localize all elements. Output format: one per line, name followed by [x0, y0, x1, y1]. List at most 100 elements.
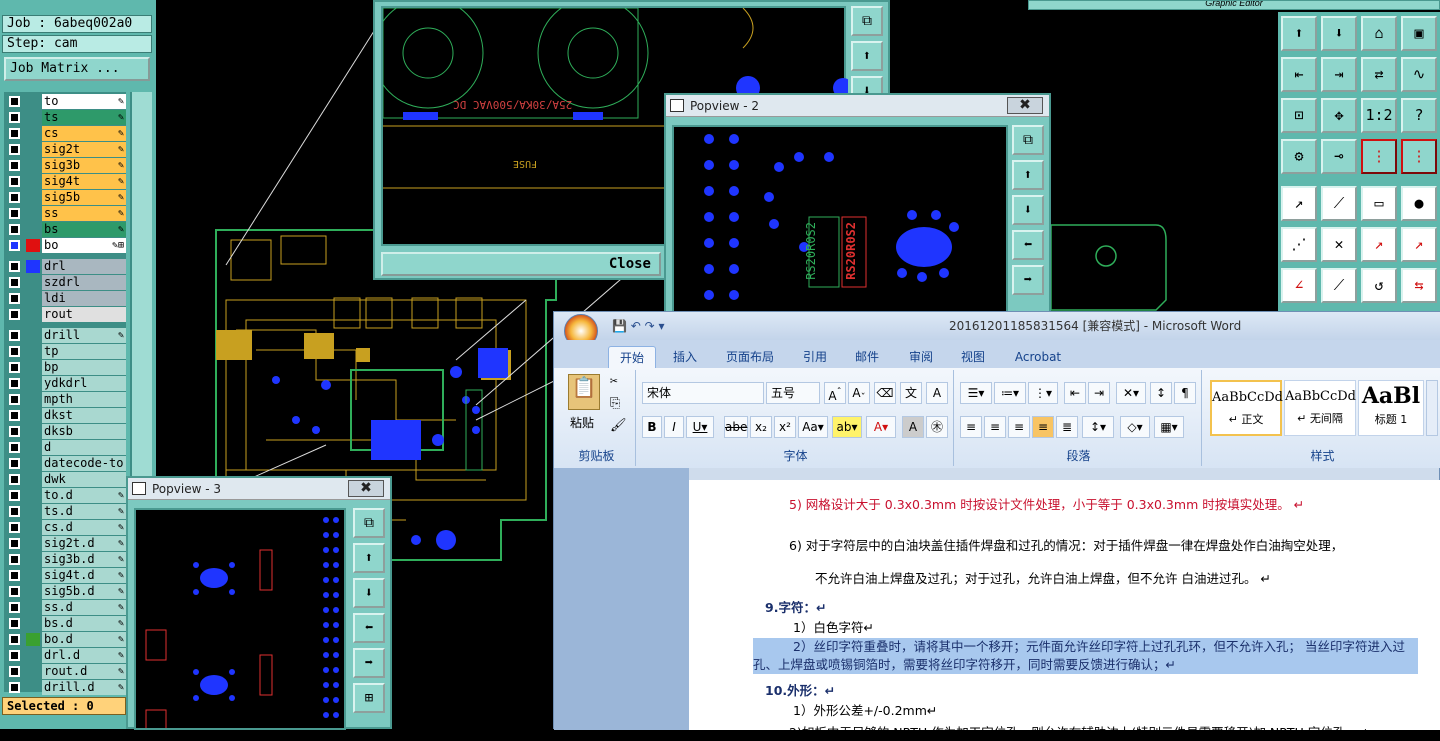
swap-icon[interactable]: ⇄ — [1361, 57, 1397, 92]
layer-checkbox[interactable] — [9, 346, 20, 357]
job-matrix-button[interactable]: Job Matrix ... — [4, 57, 150, 81]
layer-name[interactable]: ts ✎ — [42, 110, 126, 125]
layer-name[interactable]: ss.d ✎ — [42, 600, 126, 615]
layer-name[interactable]: drl.d ✎ — [42, 648, 126, 663]
char-border-icon[interactable]: A — [926, 382, 948, 404]
layer-row[interactable]: dwk — [6, 472, 126, 487]
net-icon[interactable]: ⋰ — [1281, 227, 1317, 262]
quick-access-icons[interactable]: 💾 ↶ ↷ ▾ — [612, 312, 665, 340]
down-icon[interactable]: ⬇ — [1012, 195, 1044, 225]
layer-name[interactable]: dwk — [42, 472, 126, 487]
fit-icon[interactable]: ⊡ — [1281, 98, 1317, 133]
layer-checkbox[interactable] — [9, 666, 20, 677]
show-marks-icon[interactable]: ¶ — [1174, 382, 1196, 404]
layer-checkbox[interactable] — [9, 442, 20, 453]
layer-checkbox[interactable] — [9, 293, 20, 304]
left-icon[interactable]: ⇤ — [1281, 57, 1317, 92]
enclose-char-icon[interactable]: ㊍ — [926, 416, 948, 438]
layer-name[interactable]: sig5b.d ✎ — [42, 584, 126, 599]
down-icon[interactable]: ⬇ — [353, 578, 385, 608]
layer-checkbox[interactable] — [9, 208, 20, 219]
layer-row[interactable]: to ✎ — [6, 94, 126, 109]
layer-checkbox[interactable] — [9, 506, 20, 517]
tools-icon[interactable]: ⚙ — [1281, 139, 1317, 174]
multilevel-list-icon[interactable]: ⋮▾ — [1028, 382, 1058, 404]
ratio-icon[interactable]: 1:2 — [1361, 98, 1397, 133]
layer-row[interactable]: cs.d ✎ — [6, 520, 126, 535]
dot-icon[interactable]: ● — [1401, 186, 1437, 221]
layer-name[interactable]: d — [42, 440, 126, 455]
layer-checkbox[interactable] — [9, 160, 20, 171]
layer-checkbox[interactable] — [9, 96, 20, 107]
popview-2-canvas[interactable]: RS20R0S2 RS20R0S2 — [672, 125, 1008, 325]
popview-2-titlebar[interactable]: Popview - 2 ✖ — [666, 95, 1049, 117]
layer-name[interactable]: bo.d ✎ — [42, 632, 126, 647]
line-icon[interactable]: ⟋ — [1321, 186, 1357, 221]
sort-icon[interactable]: ↕ — [1150, 382, 1172, 404]
strikethrough-icon[interactable]: abe — [724, 416, 748, 438]
layer-name[interactable]: drl — [42, 259, 126, 274]
tab-references[interactable]: 引用 — [794, 346, 836, 368]
flip-icon[interactable]: ⇆ — [1401, 268, 1437, 303]
layer-name[interactable]: ldi — [42, 291, 126, 306]
left-icon[interactable]: ⬅ — [353, 613, 385, 643]
layer-row[interactable]: sig2t ✎ — [6, 142, 126, 157]
layer-name[interactable]: bp — [42, 360, 126, 375]
layer-checkbox[interactable] — [9, 618, 20, 629]
layer-checkbox[interactable] — [9, 538, 20, 549]
paste-icon[interactable]: 📋 — [568, 374, 600, 410]
layer-checkbox[interactable] — [9, 602, 20, 613]
format-painter-icon[interactable]: 🖌 — [610, 418, 627, 433]
layer-checkbox[interactable] — [9, 144, 20, 155]
layer-row[interactable]: drill ✎ — [6, 328, 126, 343]
layer-row[interactable]: sig5b.d ✎ — [6, 584, 126, 599]
layer-name[interactable]: ss ✎ — [42, 206, 126, 221]
tab-insert[interactable]: 插入 — [664, 346, 706, 368]
fit-icon[interactable]: ⊞ — [353, 683, 385, 713]
word-titlebar[interactable]: 💾 ↶ ↷ ▾ 20161201185831564 [兼容模式] - Micro… — [554, 312, 1440, 348]
up-icon[interactable]: ⬆ — [1281, 16, 1317, 51]
char-shading-icon[interactable]: A — [902, 416, 924, 438]
tab-acrobat[interactable]: Acrobat — [1008, 346, 1068, 368]
layer-checkbox[interactable] — [9, 378, 20, 389]
layer-row[interactable]: dksb — [6, 424, 126, 439]
paste-label[interactable]: 粘贴 — [570, 414, 594, 431]
layer-name[interactable]: datecode-to — [42, 456, 126, 471]
phonetic-icon[interactable]: 文 — [900, 382, 922, 404]
layer-row[interactable]: sig2t.d ✎ — [6, 536, 126, 551]
layer-checkbox[interactable] — [9, 224, 20, 235]
layer-row[interactable]: ts ✎ — [6, 110, 126, 125]
layer-checkbox[interactable] — [9, 240, 20, 251]
layer-checkbox[interactable] — [9, 586, 20, 597]
popview-3-canvas[interactable] — [134, 508, 346, 730]
popview-2-close-button[interactable]: ✖ — [1007, 97, 1043, 114]
layer-row[interactable]: rout — [6, 307, 126, 322]
layer-checkbox[interactable] — [9, 554, 20, 565]
styles-scroll[interactable] — [1426, 380, 1438, 436]
layer-checkbox[interactable] — [9, 570, 20, 581]
layer-checkbox[interactable] — [9, 261, 20, 272]
center-icon[interactable]: ✥ — [1321, 98, 1357, 133]
line-spacing-icon[interactable]: ↕▾ — [1082, 416, 1114, 438]
layer-name[interactable]: sig4t.d ✎ — [42, 568, 126, 583]
layer-name[interactable]: szdrl — [42, 275, 126, 290]
popview-3-close-button[interactable]: ✖ — [348, 480, 384, 497]
layer-row[interactable]: bs ✎ — [6, 222, 126, 237]
layer-row[interactable]: bp — [6, 360, 126, 375]
layer-row[interactable]: ldi — [6, 291, 126, 306]
italic-icon[interactable]: I — [664, 416, 684, 438]
grow-font-icon[interactable]: Aˆ — [824, 382, 846, 404]
clear-format-icon[interactable]: ⌫ — [874, 382, 896, 404]
layer-row[interactable]: drill.d ✎ — [6, 680, 126, 695]
decrease-indent-icon[interactable]: ⇤ — [1064, 382, 1086, 404]
justify-icon[interactable]: ≡ — [1032, 416, 1054, 438]
cut-icon[interactable]: ✂ — [610, 374, 618, 389]
layer-row[interactable]: dkst — [6, 408, 126, 423]
layer-checkbox[interactable] — [9, 112, 20, 123]
bullets-icon[interactable]: ☰▾ — [960, 382, 992, 404]
wave-icon[interactable]: ∿ — [1401, 57, 1437, 92]
layer-row[interactable]: sig4t.d ✎ — [6, 568, 126, 583]
right-icon[interactable]: ➡ — [353, 648, 385, 678]
layer-row[interactable]: ydkdrl — [6, 376, 126, 391]
align-right-icon[interactable]: ≡ — [1008, 416, 1030, 438]
